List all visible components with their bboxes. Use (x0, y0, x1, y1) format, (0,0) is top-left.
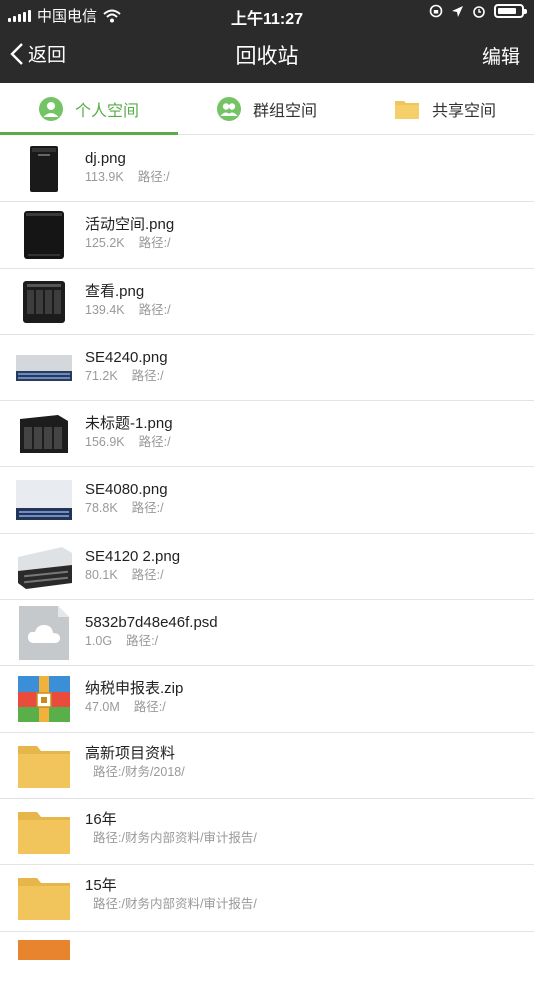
file-thumbnail (16, 606, 72, 661)
file-thumbnail (16, 343, 72, 393)
folder-path: 路径:/财务内部资料/审计报告/ (93, 830, 257, 845)
file-path: 路径:/ (131, 567, 164, 582)
file-path: 路径:/ (131, 368, 164, 383)
file-name: 查看.png (85, 282, 145, 300)
list-item[interactable]: 纳税申报表.zip 47.0M 路径:/ (0, 666, 534, 733)
file-name: dj.png (85, 150, 126, 167)
nav-bar: 返回 回收站 编辑 (0, 28, 534, 83)
list-item[interactable]: 16年 路径:/财务内部资料/审计报告/ (0, 799, 534, 866)
folder-name: 15年 (85, 877, 117, 895)
file-size: 113.9K (85, 170, 124, 184)
file-path: 路径:/ (138, 236, 171, 251)
file-size: 78.8K (85, 501, 118, 516)
folder-path: 路径:/财务内部资料/审计报告/ (93, 897, 257, 912)
list-item[interactable]: 5832b7d48e46f.psd 1.0G 路径:/ (0, 600, 534, 667)
file-name: SE4240.png (85, 348, 168, 366)
file-name: 活动空间.png (85, 216, 175, 234)
file-size: 47.0M (85, 700, 120, 715)
file-name: SE4080.png (85, 481, 168, 499)
file-name: 纳税申报表.zip (85, 680, 184, 698)
rotation-lock-icon (429, 4, 443, 18)
file-size: 156.9K (85, 435, 125, 450)
file-thumbnail (16, 277, 72, 327)
location-icon (452, 5, 463, 17)
file-thumbnail (16, 939, 72, 990)
file-thumbnail (16, 741, 72, 791)
folder-icon (394, 100, 419, 119)
list-item[interactable]: 高新项目资料 路径:/财务/2018/ (0, 733, 534, 799)
file-path: 路径:/ (138, 302, 171, 317)
list-item[interactable]: 未标题-1.png 156.9K 路径:/ (0, 401, 534, 468)
page-title: 回收站 (235, 45, 299, 68)
file-size: 80.1K (85, 567, 118, 582)
file-thumbnail (16, 674, 72, 724)
list-item[interactable]: SE4240.png 71.2K 路径:/ (0, 335, 534, 402)
cloud-file-icon (19, 606, 69, 661)
file-size: 71.2K (85, 368, 118, 383)
folder-icon (18, 745, 70, 788)
tab-personal-space[interactable]: 个人空间 (0, 83, 178, 135)
file-size: 1.0G (85, 634, 113, 649)
file-thumbnail (16, 210, 72, 260)
status-bar: 中国电信 上午11:27 (0, 0, 534, 28)
folder-name: 16年 (85, 810, 117, 828)
file-thumbnail (16, 807, 72, 857)
group-icon (216, 96, 241, 121)
file-thumbnail (16, 144, 72, 194)
tab-group-space[interactable]: 群组空间 (178, 83, 356, 134)
person-icon (38, 96, 63, 121)
file-path: 路径:/ (138, 435, 171, 450)
file-path: 路径:/ (126, 634, 159, 649)
file-thumbnail (16, 409, 72, 459)
file-path: 路径:/ (133, 700, 166, 715)
list-item[interactable]: SE4120 2.png 80.1K 路径:/ (0, 534, 534, 601)
folder-path: 路径:/财务/2018/ (93, 764, 185, 779)
list-item-partial[interactable] (0, 932, 534, 998)
list-item[interactable]: SE4080.png 78.8K 路径:/ (0, 467, 534, 534)
folder-icon (18, 811, 70, 854)
file-name: 5832b7d48e46f.psd (85, 614, 218, 632)
tab-label: 共享空间 (431, 102, 496, 120)
top-bar: 中国电信 上午11:27 返回 回收站 编辑 (0, 0, 534, 83)
file-name: SE4120 2.png (85, 547, 181, 565)
folder-name: 高新项目资料 (85, 744, 176, 762)
list-item[interactable]: dj.png 113.9K 路径:/ (0, 136, 534, 203)
edit-button[interactable]: 编辑 (482, 42, 520, 69)
file-path: 路径:/ (137, 170, 170, 184)
file-thumbnail (16, 873, 72, 923)
file-path: 路径:/ (131, 501, 164, 516)
file-size: 139.4K (85, 302, 125, 317)
list-item[interactable]: 15年 路径:/财务内部资料/审计报告/ (0, 865, 534, 932)
alarm-icon (473, 6, 485, 18)
list-item[interactable]: 查看.png 139.4K 路径:/ (0, 269, 534, 335)
tab-label: 个人空间 (74, 102, 139, 120)
tab-label: 群组空间 (252, 102, 317, 120)
space-tabs: 个人空间 群组空间 共享空间 (0, 83, 534, 135)
file-thumbnail (16, 542, 72, 592)
battery-icon (494, 4, 527, 18)
file-size: 125.2K (85, 236, 125, 251)
folder-icon (18, 878, 70, 921)
zip-archive-icon (18, 676, 70, 723)
recycle-bin-list: dj.png 113.9K 路径:/ 活动空间.png 125.2K 路径:/ (0, 136, 534, 998)
file-thumbnail (16, 475, 72, 525)
file-name: 未标题-1.png (85, 415, 173, 433)
list-item[interactable]: 活动空间.png 125.2K 路径:/ (0, 202, 534, 269)
tab-shared-space[interactable]: 共享空间 (356, 83, 534, 134)
